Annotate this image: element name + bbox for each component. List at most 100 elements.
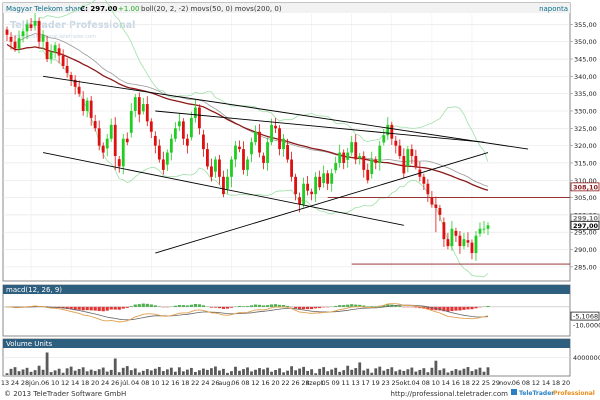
volume-bar bbox=[354, 368, 358, 375]
macd-histogram-bar bbox=[153, 305, 157, 307]
volume-bar bbox=[206, 369, 209, 375]
macd-histogram-bar bbox=[366, 306, 370, 307]
macd-histogram-bar bbox=[450, 306, 454, 312]
price-tick-label: 350,00 bbox=[574, 38, 597, 46]
x-tick-label: 18 bbox=[181, 379, 189, 387]
macd-histogram-bar bbox=[265, 305, 270, 307]
x-tick-label: 09 bbox=[331, 379, 339, 387]
volume-bar bbox=[438, 370, 442, 375]
macd-histogram-bar bbox=[217, 306, 222, 309]
volume-bar bbox=[165, 369, 169, 375]
candle-body bbox=[314, 176, 318, 195]
macd-histogram-bar bbox=[486, 305, 490, 307]
macd-histogram-bar bbox=[73, 306, 77, 310]
x-tick-label: 19 bbox=[372, 379, 380, 387]
x-tick-label: 24 bbox=[101, 379, 109, 387]
x-tick-label: 26 bbox=[111, 379, 119, 387]
volume-bar bbox=[394, 371, 398, 375]
candle-body bbox=[37, 20, 41, 42]
macd-histogram-bar bbox=[93, 306, 97, 311]
candle-body bbox=[65, 65, 69, 73]
macd-histogram-bar bbox=[285, 305, 290, 307]
candle-body bbox=[362, 156, 366, 170]
candle-body bbox=[105, 138, 109, 149]
candle-body bbox=[302, 183, 306, 205]
volume-bar bbox=[382, 370, 386, 375]
watermark-url: http://professional.teletrader.com bbox=[12, 34, 96, 40]
volume-bar bbox=[454, 369, 458, 375]
price-marker-label: 297,00 bbox=[573, 222, 599, 230]
macd-histogram-bar bbox=[257, 304, 262, 307]
volume-bar bbox=[93, 370, 97, 375]
candle-body bbox=[290, 159, 293, 177]
volume-bar bbox=[378, 366, 382, 375]
volume-bar bbox=[398, 369, 402, 375]
volume-bar bbox=[294, 370, 298, 375]
candle-body bbox=[474, 235, 478, 254]
volume-bar bbox=[129, 370, 133, 375]
candle-body bbox=[458, 235, 462, 247]
candle-body bbox=[181, 121, 185, 139]
macd-histogram-bar bbox=[109, 306, 113, 310]
candle-body bbox=[450, 228, 454, 247]
volume-bar bbox=[41, 369, 45, 375]
volume-axis: 4000000 bbox=[573, 354, 600, 362]
x-tick-label: 08 bbox=[141, 379, 149, 387]
candle-body bbox=[173, 128, 177, 139]
macd-histogram-bar bbox=[201, 305, 206, 307]
macd-histogram-bar bbox=[245, 306, 250, 307]
candle-body bbox=[370, 159, 374, 175]
volume-bar bbox=[149, 370, 153, 375]
x-tick-label: 11 bbox=[341, 379, 349, 387]
candle-body bbox=[438, 207, 442, 215]
price-tick-label: 315,00 bbox=[574, 159, 597, 167]
macd-histogram-bar bbox=[261, 305, 266, 307]
macd-histogram-bar bbox=[133, 304, 137, 307]
candle-body bbox=[410, 149, 414, 157]
volume-bar bbox=[13, 367, 17, 375]
volume-bar bbox=[226, 372, 229, 375]
price-marker-label: 308,10 bbox=[573, 183, 599, 191]
price-tick-label: 345,00 bbox=[574, 56, 597, 64]
macd-histogram-bar bbox=[105, 306, 109, 311]
candle-body bbox=[202, 134, 205, 150]
macd-histogram-bar bbox=[454, 306, 458, 311]
volume-bar bbox=[238, 370, 241, 375]
candle-body bbox=[113, 124, 117, 157]
volume-bar bbox=[386, 368, 390, 375]
volume-bar bbox=[189, 367, 193, 375]
candle-body bbox=[430, 197, 434, 205]
volume-bar bbox=[73, 370, 77, 375]
macd-tick-label: -10,0000 bbox=[573, 321, 600, 329]
volume-bar bbox=[430, 367, 434, 375]
macd-histogram-bar bbox=[470, 306, 474, 310]
volume-bar bbox=[418, 369, 422, 375]
macd-histogram-bar bbox=[113, 306, 117, 310]
volume-bar bbox=[214, 366, 217, 375]
volume-bar bbox=[474, 369, 478, 375]
volume-panel: Volume Units 4000000 bbox=[2, 338, 600, 377]
volume-bar bbox=[141, 370, 145, 375]
x-tick-label: 14 bbox=[71, 379, 79, 387]
macd-marker-label: -5,1068 bbox=[573, 313, 598, 321]
macd-histogram-bar bbox=[414, 306, 418, 308]
stock-chart: Magyar Telekom share C: 297.00 +1.00 bol… bbox=[0, 0, 600, 400]
macd-histogram-bar bbox=[209, 306, 214, 308]
volume-bar bbox=[9, 368, 13, 375]
candle-body bbox=[161, 159, 165, 170]
candle-body bbox=[230, 159, 233, 177]
candle-body bbox=[394, 140, 398, 146]
x-tick-label: 22 bbox=[191, 379, 199, 387]
volume-bar bbox=[338, 371, 342, 375]
macd-histogram-bar bbox=[294, 306, 298, 309]
macd-histogram-bar bbox=[334, 305, 338, 307]
macd-histogram-bar bbox=[346, 304, 350, 307]
volume-bar bbox=[145, 369, 149, 375]
volume-bar bbox=[462, 368, 466, 375]
x-tick-label: 24 bbox=[11, 379, 19, 387]
price-tick-label: 320,00 bbox=[574, 142, 597, 150]
x-tick-label: 18 bbox=[462, 379, 470, 387]
macd-axis: -5,1068-10,0000 bbox=[570, 311, 600, 329]
candle-body bbox=[462, 239, 466, 247]
volume-bar bbox=[101, 367, 105, 375]
